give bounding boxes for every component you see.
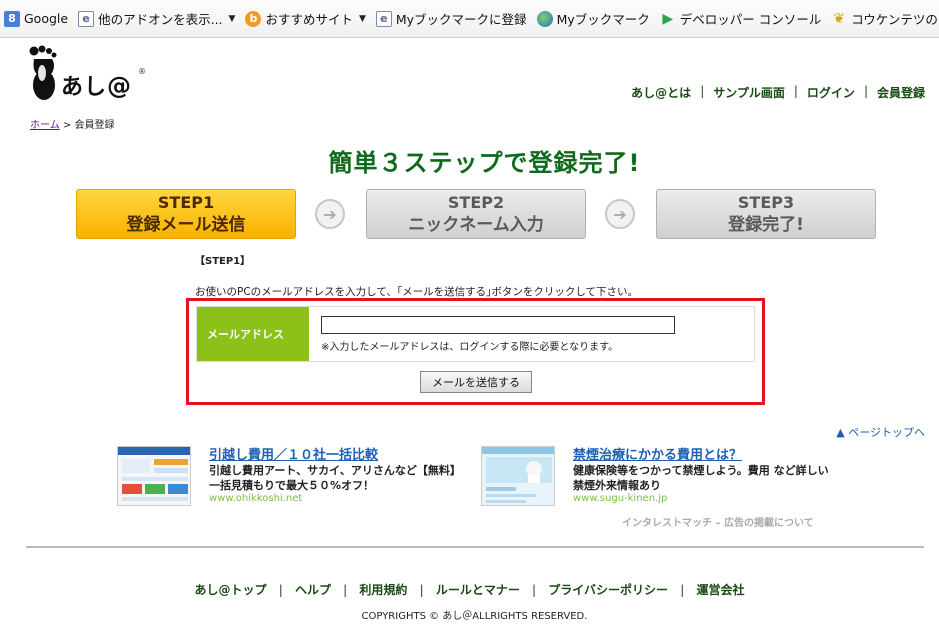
nav-register[interactable]: 会員登録 [877,84,925,101]
step-title: 登録完了! [728,215,804,235]
bookmark-add-my-bookmark[interactable]: e Myブックマークに登録 [375,9,527,28]
ad-title[interactable]: 禁煙治療にかかる費用とは？ [573,444,742,463]
email-label: メールアドレス [197,307,309,361]
page-icon: e [375,10,392,27]
bookmark-recommended[interactable]: b おすすめサイト [245,9,353,28]
registered-mark: ® [138,67,146,76]
chevron-down-icon[interactable]: ▼ [359,14,366,24]
breadcrumb-current: 会員登録 [74,120,115,131]
page-icon: e [78,10,95,27]
bookmark-addons[interactable]: e 他のアドオンを表示... [78,9,223,28]
bookmark-label: デベロッパー コンソール [679,12,822,27]
bookmark-label: 他のアドオンを表示... [98,12,223,27]
arrow-right-icon: ➔ [605,199,635,229]
email-input[interactable] [321,316,675,334]
bookmark-label: Myブックマーク [556,12,650,27]
footer-divider [26,546,924,548]
send-mail-button[interactable]: メールを送信する [420,371,532,393]
ad-thumbnail[interactable] [117,446,191,506]
footer-separator: | [532,583,537,597]
nav-sample[interactable]: サンプル画面 [713,84,785,101]
footer-link-terms[interactable]: 利用規約 [359,583,407,597]
step-3: STEP3 登録完了! [656,189,876,239]
play-icon: ▶ [662,10,674,27]
chevron-down-icon[interactable]: ▼ [229,14,236,24]
ad-thumbnail-image [118,447,190,505]
email-row: メールアドレス ※入力したメールアドレスは、ログインする際に必要となります。 [196,306,755,362]
step-1: STEP1 登録メール送信 [76,189,296,239]
bookmark-label: Google [24,11,69,26]
footer-separator: | [278,583,283,597]
step-title: ニックネーム入力 [408,215,544,235]
ad-title[interactable]: 引越し費用／１０社一括比較 [209,444,378,463]
footer-separator: | [680,583,685,597]
nav-separator: | [700,84,705,98]
footer-nav: あし@トップ | ヘルプ | 利用規約 | ルールとマナー | プライバシーポリ… [0,581,939,598]
bookmark-label: コウケンテツの「お [851,12,939,27]
step-2: STEP2 ニックネーム入力 [366,189,586,239]
footer-separator: | [419,583,424,597]
ad-moving: 引越し費用／１０社一括比較 引越し費用アート、サカイ、アリさんなど【無料】一括見… [117,444,461,508]
ad-description: 健康保険等をつかって禁煙しよう。費用 など詳しい禁煙外来情報あり [573,464,829,492]
step-number: STEP3 [737,193,795,212]
email-note: ※入力したメールアドレスは、ログインする際に必要となります。 [321,342,619,353]
nav-separator: | [863,84,868,98]
breadcrumb: ホーム > 会員登録 [30,116,114,131]
instruction-text: お使いのPCのメールアドレスを入力して、｢メールを送信する｣ボタンをクリックして… [195,286,639,298]
ad-url[interactable]: www.sugu-kinen.jp [573,493,667,504]
bookmark-my-bookmark[interactable]: Myブックマーク [536,9,650,28]
step-number: STEP1 [157,193,215,212]
top-nav: あし@とは | サンプル画面 | ログイン | 会員登録 [631,84,925,101]
google-icon: 8 [4,10,20,27]
nav-separator: | [793,84,798,98]
footer-link-help[interactable]: ヘルプ [295,583,331,597]
ad-url[interactable]: www.ohikkoshi.net [209,493,302,504]
logo-text: あし@ [61,72,133,100]
page-headline: 簡単３ステップで登録完了! [328,149,641,177]
bookmark-label: Myブックマークに登録 [395,12,527,27]
footer-link-rules[interactable]: ルールとマナー [436,583,520,597]
bookmarks-bar: 8 Google e 他のアドオンを表示... ▼ b おすすめサイト ▼ e … [0,0,939,38]
bookmark-kouken[interactable]: ❦ コウケンテツの「お [831,9,939,28]
bookmark-developer-console[interactable]: ▶ デベロッパー コンソール [660,9,821,28]
ad-description: 引越し費用アート、サカイ、アリさんなど【無料】一括見積もりで最大５０%オフ！ [209,464,461,492]
logo-at: @ [107,72,133,100]
site-logo[interactable]: あし@ ® [28,43,148,103]
step-title: 登録メール送信 [126,215,246,235]
copyright: COPYRIGHTS © あし＠ALLRIGHTS RESERVED. [361,611,588,622]
footer-link-top[interactable]: あし@トップ [195,583,267,597]
ad-thumbnail-image [482,447,554,505]
bookmark-label: おすすめサイト [265,12,353,27]
globe-icon [536,10,553,27]
breadcrumb-home[interactable]: ホーム [30,120,60,131]
footprint-icon [29,45,57,100]
arrow-right-icon: ➔ [315,199,345,229]
footer-separator: | [343,583,348,597]
breadcrumb-separator: > [59,120,75,131]
nav-about[interactable]: あし@とは [631,84,691,101]
nav-login[interactable]: ログイン [807,84,855,101]
footer-link-company[interactable]: 運営会社 [696,583,744,597]
ad-quit-smoking: 禁煙治療にかかる費用とは？ 健康保険等をつかって禁煙しよう。費用 など詳しい禁煙… [481,444,829,508]
bookmark-google[interactable]: 8 Google [4,10,69,27]
bing-icon: b [245,10,262,27]
ad-thumbnail[interactable] [481,446,555,506]
step-label: 【STEP1】 [195,256,251,267]
step-number: STEP2 [447,193,505,212]
registration-form: メールアドレス ※入力したメールアドレスは、ログインする際に必要となります。 メ… [186,298,765,405]
leaf-icon: ❦ [833,10,846,27]
footer-link-privacy[interactable]: プライバシーポリシー [548,583,668,597]
ad-credit[interactable]: インタレストマッチ – 広告の掲載について [622,514,814,529]
page-top-link[interactable]: ▲ ページトップへ [836,424,925,440]
